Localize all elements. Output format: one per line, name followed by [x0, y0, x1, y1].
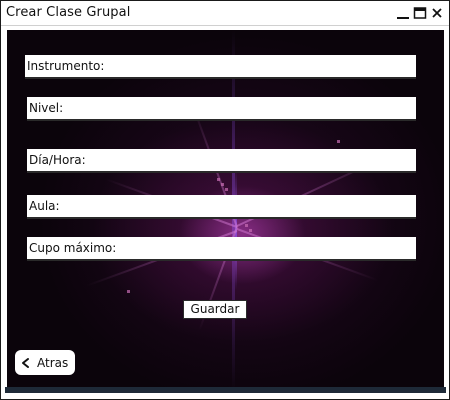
close-button[interactable]: [428, 4, 445, 22]
background-sparkle: [337, 140, 340, 143]
dia-hora-label: Día/Hora:: [29, 153, 86, 167]
aula-label: Aula:: [29, 199, 60, 213]
background-sparkle: [225, 188, 228, 191]
background-sparkle: [245, 224, 248, 227]
bottom-border: [5, 387, 446, 393]
minimize-icon: [396, 17, 409, 19]
title-bar: Crear Clase Grupal: [1, 1, 449, 26]
maximize-icon: [413, 7, 426, 19]
cupo-maximo-field[interactable]: Cupo máximo:: [27, 237, 416, 261]
background-sparkle: [249, 229, 252, 232]
form-panel: Instrumento: Nivel: Día/Hora: Aula: Cupo…: [5, 28, 446, 389]
save-button[interactable]: Guardar: [183, 300, 247, 319]
background-sparkle: [221, 183, 224, 186]
background-sparkle: [217, 178, 220, 181]
close-icon: [431, 8, 442, 18]
aula-field[interactable]: Aula:: [27, 195, 416, 219]
back-button[interactable]: Atras: [15, 350, 75, 375]
background-sparkle: [127, 290, 130, 293]
instrumento-label: Instrumento:: [27, 59, 105, 73]
instrumento-field[interactable]: Instrumento:: [25, 55, 416, 79]
back-label: Atras: [37, 355, 69, 370]
minimize-button[interactable]: [394, 4, 411, 22]
cupo-maximo-label: Cupo máximo:: [29, 241, 117, 255]
nivel-label: Nivel:: [29, 101, 64, 115]
window-title: Crear Clase Grupal: [6, 5, 131, 20]
window-controls: [394, 4, 445, 22]
app-window: Crear Clase Grupal Instrumento: Nivel: D…: [0, 0, 450, 400]
maximize-button[interactable]: [411, 4, 428, 22]
nivel-field[interactable]: Nivel:: [27, 97, 416, 121]
dia-hora-field[interactable]: Día/Hora:: [27, 149, 416, 173]
chevron-left-icon: [22, 357, 29, 368]
